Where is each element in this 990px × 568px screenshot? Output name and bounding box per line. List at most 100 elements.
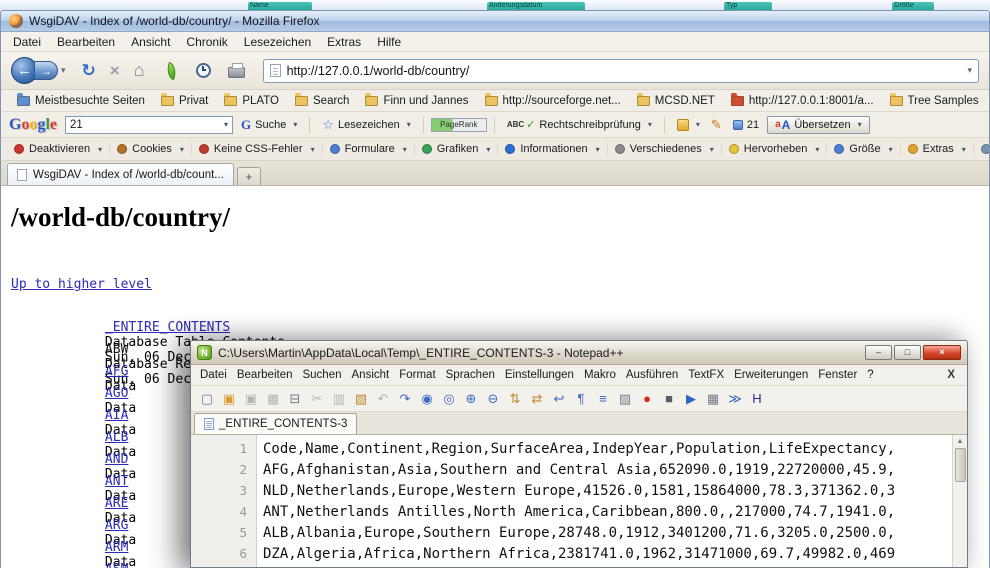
menu-item[interactable]: Lesezeichen <box>236 35 319 49</box>
forward-button[interactable]: → <box>34 61 58 80</box>
editor-tab[interactable]: _ENTIRE_CONTENTS-3 <box>194 413 357 434</box>
child-close-button[interactable]: X <box>939 369 963 381</box>
menu-item[interactable]: ? <box>862 369 878 381</box>
menu-item[interactable]: Format <box>394 369 440 381</box>
scrollbar-thumb[interactable] <box>955 448 966 482</box>
browser-tab[interactable]: WsgiDAV - Index of /world-db/count... <box>7 163 234 185</box>
sync-horizontal-icon[interactable]: ⇄ <box>527 389 547 409</box>
feather-extension-icon[interactable] <box>163 61 179 80</box>
history-dropdown-icon[interactable]: ▾ <box>61 65 66 76</box>
bookmark-item[interactable]: Search <box>287 95 357 107</box>
url-bar[interactable]: http://127.0.0.1/world-db/country/ ▾ <box>263 59 979 83</box>
find-icon[interactable]: ◉ <box>417 389 437 409</box>
stop-button[interactable]: × <box>110 61 120 81</box>
menu-item[interactable]: Ausführen <box>621 369 683 381</box>
url-text[interactable]: http://127.0.0.1/world-db/country/ <box>287 64 962 78</box>
menu-item[interactable]: Sprachen <box>441 369 500 381</box>
sync-vertical-icon[interactable]: ⇅ <box>505 389 525 409</box>
webdev-menu-item[interactable]: Grafiken <box>415 143 499 155</box>
google-bookmarks-button[interactable]: ☆ Lesezeichen <box>317 117 415 133</box>
menu-item[interactable]: Suchen <box>297 369 346 381</box>
pagerank-indicator[interactable]: PageRank <box>431 118 487 132</box>
bookmark-item[interactable]: Finn und Jannes <box>357 95 476 107</box>
vertical-scrollbar[interactable]: ▲ <box>952 435 967 567</box>
undo-icon[interactable]: ↶ <box>373 389 393 409</box>
menu-item[interactable]: TextFX <box>683 369 729 381</box>
close-button[interactable]: × <box>923 345 961 360</box>
stop-macro-icon[interactable]: ■ <box>659 389 679 409</box>
replace-icon[interactable]: ◎ <box>439 389 459 409</box>
home-button[interactable]: ⌂ <box>134 60 145 81</box>
notepadpp-titlebar[interactable]: N C:\Users\Martin\AppData\Local\Temp\_EN… <box>191 341 967 365</box>
zoom-out-icon[interactable]: ⊖ <box>483 389 503 409</box>
indent-guide-icon[interactable]: ≡ <box>593 389 613 409</box>
menu-item[interactable]: Ansicht <box>347 369 395 381</box>
redo-icon[interactable]: ↷ <box>395 389 415 409</box>
save-macro-icon[interactable]: ▦ <box>703 389 723 409</box>
webdev-menu-item[interactable]: Keine CSS-Fehler <box>192 143 323 155</box>
bookmark-item[interactable]: http://127.0.0.1:8001/a... <box>723 95 882 107</box>
textfx-icon[interactable]: H <box>747 389 767 409</box>
google-search-button[interactable]: G Suche <box>236 117 302 133</box>
menu-item[interactable]: Einstellungen <box>500 369 579 381</box>
webdev-menu-item[interactable]: Hervorheben <box>722 143 828 155</box>
new-tab-button[interactable]: + <box>237 167 261 185</box>
up-link[interactable]: Up to higher level <box>11 277 152 292</box>
translate-button[interactable]: a A Übersetzen <box>767 116 870 134</box>
maximize-button[interactable]: □ <box>894 345 921 360</box>
refresh-button[interactable]: ↻ <box>82 61 96 81</box>
webdev-menu-item[interactable]: Informationen <box>498 143 607 155</box>
record-macro-icon[interactable]: ● <box>637 389 657 409</box>
menu-item[interactable]: Ansicht <box>123 35 178 49</box>
copy-icon[interactable]: ▥ <box>329 389 349 409</box>
webdev-menu-item[interactable]: Größe <box>827 143 900 155</box>
bookmark-item[interactable]: http://sourceforge.net... <box>477 95 629 107</box>
scroll-up-arrow[interactable]: ▲ <box>957 435 964 448</box>
menu-item[interactable]: Datei <box>5 35 49 49</box>
save-icon[interactable]: ▣ <box>241 389 261 409</box>
paste-icon[interactable]: ▧ <box>351 389 371 409</box>
cut-icon[interactable]: ✂ <box>307 389 327 409</box>
print-button[interactable] <box>228 67 245 78</box>
google-search-input[interactable]: 21 ▾ <box>65 116 233 134</box>
save-all-icon[interactable]: ▦ <box>263 389 283 409</box>
webdev-menu-item[interactable]: Cookies <box>110 143 192 155</box>
menu-item[interactable]: Makro <box>579 369 621 381</box>
webdev-menu-item[interactable]: Quelltext <box>974 143 989 155</box>
firefox-titlebar[interactable]: WsgiDAV - Index of /world-db/country/ - … <box>1 11 989 32</box>
menu-item[interactable]: Erweiterungen <box>729 369 813 381</box>
bookmark-item[interactable]: Privat <box>153 95 216 107</box>
webdev-menu-item[interactable]: Verschiedenes <box>608 143 722 155</box>
counter-button[interactable]: 21 <box>728 119 764 131</box>
word-wrap-icon[interactable]: ↩ <box>549 389 569 409</box>
highlighter-icon[interactable]: ✎ <box>708 117 725 133</box>
menu-item[interactable]: Extras <box>319 35 369 49</box>
play-macro-icon[interactable]: ▶ <box>681 389 701 409</box>
new-file-icon[interactable]: ▢ <box>197 389 217 409</box>
webdev-menu-item[interactable]: Deaktivieren <box>7 143 110 155</box>
menu-item[interactable]: Hilfe <box>369 35 409 49</box>
zoom-in-icon[interactable]: ⊕ <box>461 389 481 409</box>
entry-name-link[interactable]: _ENTIRE_CONTENTS <box>105 320 247 335</box>
spellcheck-button[interactable]: ABC ✓ Rechtschreibprüfung <box>502 118 657 131</box>
menu-item[interactable]: Bearbeiten <box>232 369 298 381</box>
menu-item[interactable]: Datei <box>195 369 232 381</box>
minimize-button[interactable]: – <box>865 345 892 360</box>
run-multiple-icon[interactable]: ≫ <box>725 389 745 409</box>
chevron-down-icon[interactable]: ▾ <box>224 120 228 129</box>
doc-switcher-icon[interactable]: ▨ <box>615 389 635 409</box>
history-clock-icon[interactable] <box>196 63 211 78</box>
webdev-menu-item[interactable]: Extras <box>901 143 974 155</box>
menu-item[interactable]: Chronik <box>178 35 235 49</box>
menu-item[interactable]: Bearbeiten <box>49 35 123 49</box>
print-icon[interactable]: ⊟ <box>285 389 305 409</box>
bookmark-item[interactable]: PLATO <box>216 95 287 107</box>
show-all-chars-icon[interactable]: ¶ <box>571 389 591 409</box>
bookmark-item[interactable]: MCSD.NET <box>629 95 723 107</box>
webdev-menu-item[interactable]: Formulare <box>323 143 415 155</box>
bookmark-item[interactable]: Meistbesuchte Seiten <box>9 95 153 107</box>
open-folder-icon[interactable]: ▣ <box>219 389 239 409</box>
autofill-button[interactable] <box>672 119 705 131</box>
editor-text-area[interactable]: Code,Name,Continent,Region,SurfaceArea,I… <box>257 435 952 567</box>
menu-item[interactable]: Fenster <box>813 369 862 381</box>
